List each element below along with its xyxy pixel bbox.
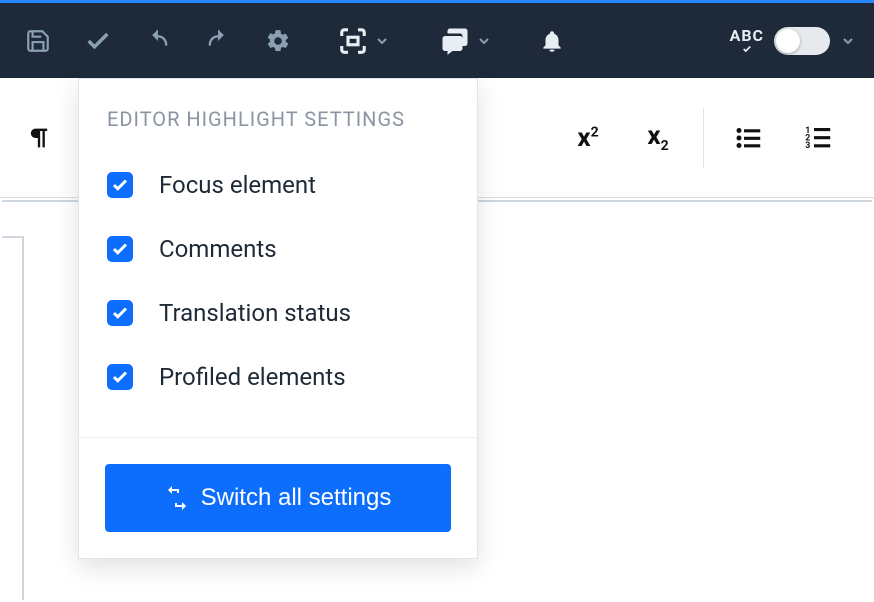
option-label: Focus element bbox=[159, 171, 316, 199]
switch-all-settings-button[interactable]: Switch all settings bbox=[105, 464, 451, 532]
redo-button[interactable] bbox=[188, 11, 248, 71]
checkbox-checked[interactable] bbox=[107, 300, 133, 326]
spellcheck-toggle[interactable] bbox=[774, 27, 830, 55]
settings-button[interactable] bbox=[248, 11, 308, 71]
check-icon bbox=[739, 44, 755, 54]
subscript-button[interactable]: x2 bbox=[623, 103, 693, 173]
option-profiled-elements[interactable]: Profiled elements bbox=[107, 345, 449, 409]
subscript-icon: x2 bbox=[647, 121, 668, 154]
pilcrow-icon bbox=[25, 124, 53, 152]
switch-icon bbox=[165, 486, 189, 510]
superscript-icon: x2 bbox=[577, 123, 598, 153]
check-icon bbox=[111, 240, 129, 258]
option-translation-status[interactable]: Translation status bbox=[107, 281, 449, 345]
toolbar-separator bbox=[703, 108, 704, 168]
check-icon bbox=[111, 176, 129, 194]
dropdown-options: Focus element Comments Translation statu… bbox=[79, 143, 477, 437]
comments-dropdown-trigger[interactable] bbox=[430, 11, 502, 71]
comments-icon bbox=[440, 26, 470, 56]
save-button[interactable] bbox=[8, 11, 68, 71]
chevron-down-icon bbox=[374, 33, 390, 49]
option-label: Comments bbox=[159, 235, 277, 263]
checkbox-checked[interactable] bbox=[107, 364, 133, 390]
svg-text:3: 3 bbox=[805, 141, 810, 151]
paragraph-marks-button[interactable] bbox=[4, 103, 74, 173]
editor-pane-border bbox=[2, 236, 24, 600]
save-icon bbox=[25, 28, 51, 54]
highlight-settings-dropdown: EDITOR HIGHLIGHT SETTINGS Focus element … bbox=[78, 78, 478, 559]
undo-icon bbox=[144, 27, 172, 55]
chevron-down-icon bbox=[840, 33, 856, 49]
bullet-list-button[interactable] bbox=[714, 103, 784, 173]
check-icon bbox=[111, 304, 129, 322]
check-icon bbox=[111, 368, 129, 386]
option-label: Translation status bbox=[159, 299, 351, 327]
checkbox-checked[interactable] bbox=[107, 236, 133, 262]
numbered-list-icon: 123 bbox=[804, 123, 834, 153]
switch-all-label: Switch all settings bbox=[201, 484, 392, 512]
numbered-list-button[interactable]: 123 bbox=[784, 103, 854, 173]
option-comments[interactable]: Comments bbox=[107, 217, 449, 281]
bell-icon bbox=[539, 28, 565, 54]
highlight-settings-dropdown-trigger[interactable] bbox=[328, 11, 400, 71]
superscript-button[interactable]: x2 bbox=[553, 103, 623, 173]
checkbox-checked[interactable] bbox=[107, 172, 133, 198]
check-icon bbox=[84, 27, 112, 55]
notifications-button[interactable] bbox=[522, 11, 582, 71]
option-focus-element[interactable]: Focus element bbox=[107, 153, 449, 217]
chevron-down-icon bbox=[476, 33, 492, 49]
dropdown-header: EDITOR HIGHLIGHT SETTINGS bbox=[79, 79, 477, 143]
bullet-list-icon bbox=[734, 123, 764, 153]
focus-frame-icon bbox=[338, 26, 368, 56]
confirm-button[interactable] bbox=[68, 11, 128, 71]
main-toolbar: ABC bbox=[0, 3, 874, 78]
spellcheck-label: ABC bbox=[730, 28, 764, 44]
gear-icon bbox=[265, 28, 291, 54]
spellcheck-toggle-group[interactable]: ABC bbox=[720, 11, 866, 71]
redo-icon bbox=[204, 27, 232, 55]
option-label: Profiled elements bbox=[159, 363, 346, 391]
undo-button[interactable] bbox=[128, 11, 188, 71]
